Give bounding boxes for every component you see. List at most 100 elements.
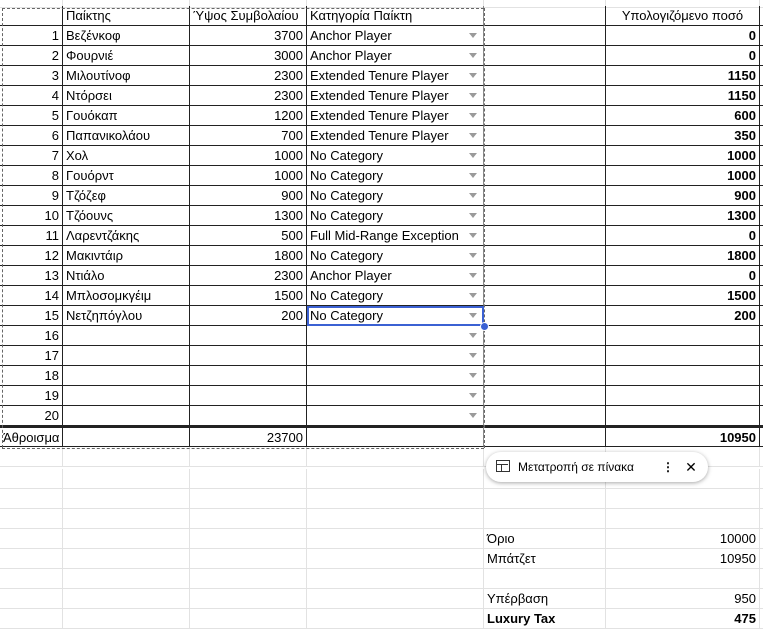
- cell[interactable]: [484, 406, 606, 426]
- cell[interactable]: [0, 509, 63, 529]
- contract-value[interactable]: 2300: [190, 86, 307, 106]
- row-number[interactable]: 9: [0, 186, 63, 206]
- convert-to-table-button[interactable]: Μετατροπή σε πίνακα: [518, 452, 634, 482]
- player-name[interactable]: [63, 366, 190, 386]
- computed-amount[interactable]: 0: [606, 226, 760, 246]
- cell[interactable]: [484, 126, 606, 146]
- category-dropdown[interactable]: No Category: [307, 306, 484, 326]
- cell[interactable]: [484, 266, 606, 286]
- computed-amount[interactable]: 0: [606, 266, 760, 286]
- luxury-tax-label[interactable]: Luxury Tax: [484, 609, 606, 629]
- row-number[interactable]: 11: [0, 226, 63, 246]
- cell[interactable]: [190, 589, 307, 609]
- cell[interactable]: [63, 509, 190, 529]
- category-dropdown[interactable]: No Category: [307, 186, 484, 206]
- chevron-down-icon[interactable]: [469, 213, 477, 218]
- row-number[interactable]: 18: [0, 366, 63, 386]
- cell[interactable]: [307, 529, 484, 549]
- chevron-down-icon[interactable]: [469, 273, 477, 278]
- category-dropdown[interactable]: [307, 326, 484, 346]
- row-number[interactable]: 12: [0, 246, 63, 266]
- cell[interactable]: [63, 609, 190, 629]
- cell[interactable]: [307, 549, 484, 569]
- row-number[interactable]: 3: [0, 66, 63, 86]
- player-name[interactable]: Ντιάλο: [63, 266, 190, 286]
- cell[interactable]: [606, 569, 760, 589]
- cell[interactable]: [190, 509, 307, 529]
- cell[interactable]: [63, 589, 190, 609]
- cell[interactable]: [0, 549, 63, 569]
- player-name[interactable]: [63, 326, 190, 346]
- category-dropdown[interactable]: No Category: [307, 146, 484, 166]
- cell[interactable]: [484, 326, 606, 346]
- cell[interactable]: [190, 569, 307, 589]
- cell[interactable]: [484, 246, 606, 266]
- cell[interactable]: [190, 609, 307, 629]
- cell[interactable]: [63, 426, 190, 447]
- cell[interactable]: [484, 366, 606, 386]
- player-name[interactable]: Νετζηπόγλου: [63, 306, 190, 326]
- contract-value[interactable]: 700: [190, 126, 307, 146]
- player-name[interactable]: Τζόζεφ: [63, 186, 190, 206]
- category-dropdown[interactable]: No Category: [307, 166, 484, 186]
- cell[interactable]: [307, 489, 484, 509]
- computed-amount[interactable]: 1800: [606, 246, 760, 266]
- selection-fill-handle[interactable]: [480, 322, 489, 331]
- computed-amount[interactable]: 1150: [606, 86, 760, 106]
- player-name[interactable]: Μπλοσομκγέιμ: [63, 286, 190, 306]
- row-number[interactable]: 5: [0, 106, 63, 126]
- cell[interactable]: [63, 529, 190, 549]
- cell[interactable]: [484, 46, 606, 66]
- cell[interactable]: [190, 549, 307, 569]
- limit-value[interactable]: 10000: [606, 529, 760, 549]
- chevron-down-icon[interactable]: [469, 393, 477, 398]
- chevron-down-icon[interactable]: [469, 413, 477, 418]
- computed-amount[interactable]: [606, 366, 760, 386]
- chevron-down-icon[interactable]: [469, 313, 477, 318]
- computed-amount[interactable]: 350: [606, 126, 760, 146]
- cell[interactable]: [0, 529, 63, 549]
- cell[interactable]: [484, 509, 606, 529]
- cell[interactable]: [190, 447, 307, 467]
- player-name[interactable]: [63, 386, 190, 406]
- player-name[interactable]: Γουόρντ: [63, 166, 190, 186]
- overage-label[interactable]: Υπέρβαση: [484, 589, 606, 609]
- row-number[interactable]: 1: [0, 26, 63, 46]
- category-dropdown[interactable]: [307, 346, 484, 366]
- category-dropdown[interactable]: Anchor Player: [307, 266, 484, 286]
- row-number[interactable]: 4: [0, 86, 63, 106]
- contract-value[interactable]: 1500: [190, 286, 307, 306]
- computed-amount[interactable]: [606, 346, 760, 366]
- player-name[interactable]: Φουρνιέ: [63, 46, 190, 66]
- player-name[interactable]: [63, 346, 190, 366]
- player-name[interactable]: Παπανικολάου: [63, 126, 190, 146]
- chevron-down-icon[interactable]: [469, 173, 477, 178]
- computed-amount[interactable]: 0: [606, 26, 760, 46]
- row-number[interactable]: 16: [0, 326, 63, 346]
- computed-amount[interactable]: 900: [606, 186, 760, 206]
- category-dropdown[interactable]: Anchor Player: [307, 26, 484, 46]
- category-dropdown[interactable]: No Category: [307, 206, 484, 226]
- contract-value[interactable]: 1000: [190, 146, 307, 166]
- totals-label[interactable]: Άθροισμα: [0, 426, 63, 447]
- cell[interactable]: [484, 386, 606, 406]
- cell[interactable]: [63, 447, 190, 467]
- contract-value[interactable]: 1300: [190, 206, 307, 226]
- cell[interactable]: [484, 426, 606, 447]
- contract-value[interactable]: 1800: [190, 246, 307, 266]
- cell[interactable]: [190, 489, 307, 509]
- row-number[interactable]: 10: [0, 206, 63, 226]
- category-dropdown[interactable]: [307, 406, 484, 426]
- cell[interactable]: [63, 549, 190, 569]
- totals-contract[interactable]: 23700: [190, 426, 307, 447]
- category-dropdown[interactable]: Anchor Player: [307, 46, 484, 66]
- player-name[interactable]: Μιλουτίνοφ: [63, 66, 190, 86]
- category-dropdown[interactable]: No Category: [307, 286, 484, 306]
- computed-amount[interactable]: 0: [606, 46, 760, 66]
- cell[interactable]: [190, 469, 307, 489]
- header-contract[interactable]: Ύψος Συμβολαίου: [190, 6, 307, 26]
- category-dropdown[interactable]: No Category: [307, 246, 484, 266]
- cell[interactable]: [63, 569, 190, 589]
- corner-cell[interactable]: [0, 6, 63, 26]
- contract-value[interactable]: 2300: [190, 66, 307, 86]
